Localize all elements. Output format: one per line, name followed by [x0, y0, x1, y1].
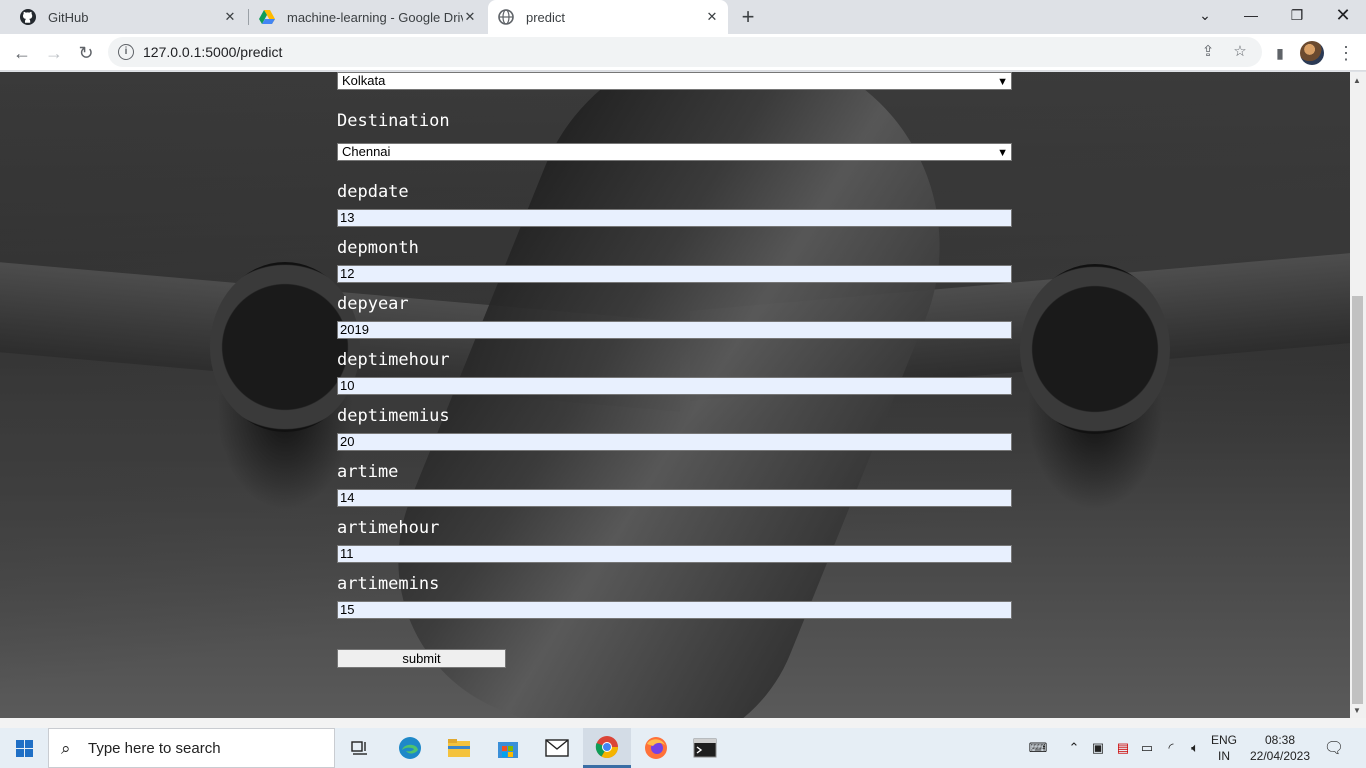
clock-time: 08:38	[1264, 733, 1296, 747]
url-text: 127.0.0.1:5000/predict	[143, 44, 283, 60]
edge-icon[interactable]	[386, 728, 434, 768]
submit-button[interactable]: submit	[337, 649, 506, 668]
back-arrow-icon[interactable]: ←	[8, 39, 36, 67]
depdate-label: depdate	[337, 182, 409, 202]
search-placeholder: Type here to search	[88, 740, 221, 757]
destination-label: Destination	[337, 111, 450, 131]
deptimemius-label: deptimemius	[337, 406, 450, 426]
artimemins-label: artimemins	[337, 574, 440, 594]
lang-line1: ENG	[1210, 733, 1237, 747]
restore-button[interactable]: ❐	[1274, 0, 1320, 32]
notification-center-icon[interactable]: 🗨︎	[1320, 728, 1348, 768]
page-bottom-strip	[0, 718, 1366, 728]
artimehour-input[interactable]: 11	[337, 545, 1012, 563]
depyear-label: depyear	[337, 294, 409, 314]
destination-select[interactable]: Chennai ▼	[337, 143, 1012, 161]
scroll-down-arrow-icon[interactable]: ▼	[1353, 706, 1361, 715]
depmonth-label: depmonth	[337, 238, 419, 258]
firefox-icon[interactable]	[632, 728, 680, 768]
artime-label: artime	[337, 462, 399, 482]
taskbar-clock[interactable]: 08:38 22/04/2023	[1240, 732, 1320, 764]
depyear-input[interactable]: 2019	[337, 321, 1012, 339]
tab-divider	[248, 9, 249, 25]
share-icon[interactable]: ⇪	[1199, 43, 1217, 61]
airplane-right-engine	[1020, 264, 1170, 434]
tab-predict[interactable]: predict ✕	[488, 0, 728, 34]
select-value: Chennai	[342, 144, 391, 159]
depmonth-input[interactable]: 12	[337, 265, 1012, 283]
lang-line2: IN	[1218, 749, 1230, 763]
browser-tab-strip: GitHub ✕ machine-learning - Google Drive…	[0, 0, 1366, 34]
microsoft-store-icon[interactable]	[484, 728, 532, 768]
terminal-icon[interactable]	[681, 728, 729, 768]
side-panel-icon[interactable]: ▮	[1266, 39, 1294, 67]
meet-now-icon[interactable]: ▣	[1088, 728, 1108, 768]
depdate-input[interactable]: 13	[337, 209, 1012, 227]
page-content: Kolkata ▼ Destination Chennai ▼ depdate …	[0, 72, 1350, 718]
artimemins-input[interactable]: 15	[337, 601, 1012, 619]
windows-start-icon[interactable]	[0, 728, 48, 768]
source-select[interactable]: Kolkata ▼	[337, 72, 1012, 90]
google-drive-icon	[259, 9, 275, 25]
taskbar-search-box[interactable]: ⌕ Type here to search	[48, 728, 335, 768]
clock-date: 22/04/2023	[1249, 749, 1311, 763]
page-scrollbar[interactable]: ▲ ▼	[1350, 72, 1366, 718]
tab-title: GitHub	[48, 9, 89, 25]
chevron-down-icon: ▼	[997, 76, 1008, 88]
deptimehour-input[interactable]: 10	[337, 377, 1012, 395]
close-tab-icon[interactable]: ✕	[462, 9, 478, 25]
select-value: Kolkata	[342, 73, 386, 88]
chrome-icon[interactable]	[583, 728, 631, 768]
kebab-menu-icon[interactable]: ⋮	[1332, 39, 1360, 67]
search-icon: ⌕	[61, 739, 71, 758]
tab-github[interactable]: GitHub ✕	[8, 0, 246, 34]
minimize-button[interactable]: —	[1228, 0, 1274, 32]
globe-icon	[498, 9, 514, 25]
forward-arrow-icon[interactable]: →	[40, 39, 68, 67]
chevron-up-icon[interactable]: ⌃	[1064, 728, 1084, 768]
artime-input[interactable]: 14	[337, 489, 1012, 507]
deptimemius-input[interactable]: 20	[337, 433, 1012, 451]
wifi-icon[interactable]: ◜	[1160, 728, 1182, 768]
chevron-down-icon: ▼	[997, 147, 1008, 159]
deptimehour-label: deptimehour	[337, 350, 450, 370]
windows-taskbar: ⌕ Type here to search ⌨ ⌃ ▣ ▤ ▭ ◜ 🔈︎ ENG…	[0, 728, 1366, 768]
tab-title: predict	[526, 9, 566, 25]
tab-google-drive[interactable]: machine-learning - Google Drive ✕	[250, 0, 486, 34]
volume-icon[interactable]: 🔈︎	[1184, 728, 1206, 768]
artimehour-label: artimehour	[337, 518, 440, 538]
task-view-icon[interactable]	[336, 728, 384, 768]
scroll-up-arrow-icon[interactable]: ▲	[1353, 76, 1361, 85]
touch-keyboard-icon[interactable]: ⌨	[1026, 728, 1050, 768]
profile-avatar[interactable]	[1300, 41, 1324, 65]
battery-icon[interactable]: ▭	[1136, 728, 1158, 768]
close-window-button[interactable]: ✕	[1320, 0, 1366, 32]
close-tab-icon[interactable]: ✕	[704, 9, 720, 25]
new-tab-button[interactable]: +	[736, 5, 760, 29]
address-bar[interactable]: i 127.0.0.1:5000/predict ⇪ ☆	[108, 37, 1262, 67]
airplane-fuselage	[350, 72, 1000, 718]
language-indicator[interactable]: ENG IN	[1206, 732, 1242, 764]
browser-toolbar: ← → ↻ i 127.0.0.1:5000/predict ⇪ ☆ ▮ ⋮	[0, 34, 1366, 71]
tab-title: machine-learning - Google Drive	[287, 9, 463, 25]
notification-badge-icon[interactable]: ▤	[1112, 728, 1134, 768]
mail-icon[interactable]	[533, 728, 581, 768]
site-info-icon[interactable]: i	[118, 44, 134, 60]
tab-search-chevron-icon[interactable]: ⌄	[1182, 0, 1228, 32]
github-icon	[20, 9, 36, 25]
reload-icon[interactable]: ↻	[72, 39, 100, 67]
scrollbar-thumb[interactable]	[1352, 296, 1363, 704]
close-tab-icon[interactable]: ✕	[222, 9, 238, 25]
bookmark-star-icon[interactable]: ☆	[1231, 43, 1249, 61]
file-explorer-icon[interactable]	[435, 728, 483, 768]
